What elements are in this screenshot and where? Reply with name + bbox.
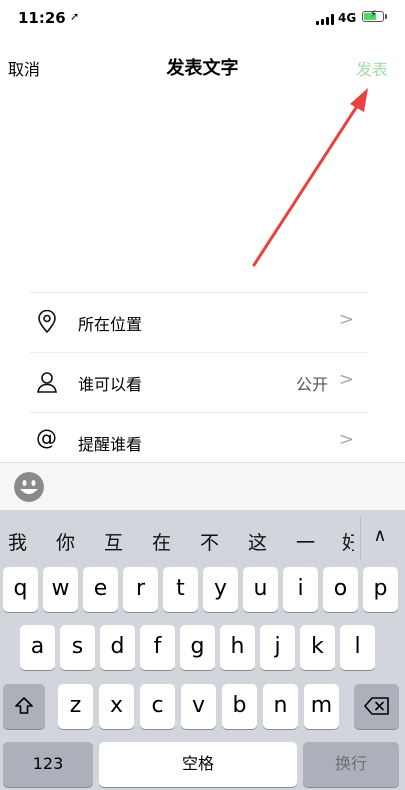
option-location[interactable]: 所在位置 > <box>30 292 368 352</box>
candidate-word[interactable]: 互 <box>104 528 123 555</box>
key-n[interactable]: n <box>263 684 298 729</box>
key-h[interactable]: h <box>220 625 255 670</box>
key-t[interactable]: t <box>163 567 198 612</box>
shift-arrow-icon <box>15 697 33 714</box>
key-k[interactable]: k <box>300 625 335 670</box>
option-label: 所在位置 <box>78 315 143 334</box>
delete-key[interactable] <box>354 684 399 729</box>
backspace-icon <box>363 697 389 715</box>
key-v[interactable]: v <box>181 684 216 729</box>
key-c[interactable]: c <box>140 684 175 729</box>
chevron-right-icon: > <box>338 309 354 330</box>
candidate-word[interactable]: 我 <box>8 528 27 555</box>
option-label: 谁可以看 <box>78 375 143 394</box>
chevron-right-icon: > <box>338 369 354 390</box>
candidate-word[interactable]: 好 <box>342 528 354 555</box>
key-j[interactable]: j <box>260 625 295 670</box>
key-w[interactable]: w <box>43 567 78 612</box>
candidate-word[interactable]: 这 <box>248 528 267 555</box>
location-pin-icon <box>38 310 56 334</box>
key-s[interactable]: s <box>60 625 95 670</box>
key-f[interactable]: f <box>140 625 175 670</box>
key-o[interactable]: o <box>323 567 358 612</box>
option-visibility[interactable]: 谁可以看 公开 > <box>30 352 368 412</box>
candidate-word[interactable]: 一 <box>296 528 315 555</box>
key-z[interactable]: z <box>58 684 93 729</box>
key-u[interactable]: u <box>243 567 278 612</box>
candidate-word[interactable]: 不 <box>200 528 219 555</box>
chevron-up-icon[interactable]: ∧ <box>368 525 392 546</box>
annotation-arrow <box>252 88 368 267</box>
space-key[interactable]: 空格 <box>99 742 297 787</box>
shift-key[interactable] <box>3 684 45 729</box>
key-l[interactable]: l <box>340 625 375 670</box>
return-key[interactable]: 换行 <box>303 742 399 787</box>
emoji-toolbar <box>0 462 405 511</box>
key-d[interactable]: d <box>100 625 135 670</box>
divider <box>30 352 368 353</box>
key-g[interactable]: g <box>180 625 215 670</box>
key-y[interactable]: y <box>203 567 238 612</box>
person-icon <box>37 372 57 393</box>
key-x[interactable]: x <box>99 684 134 729</box>
chevron-right-icon: > <box>338 429 354 450</box>
emoji-face-icon[interactable] <box>14 472 44 502</box>
candidate-divider <box>360 516 361 560</box>
numbers-key[interactable]: 123 <box>3 742 93 787</box>
at-icon: @ <box>36 426 57 450</box>
key-e[interactable]: e <box>83 567 118 612</box>
divider <box>30 292 368 293</box>
option-label: 提醒谁看 <box>78 435 143 454</box>
key-p[interactable]: p <box>363 567 398 612</box>
key-q[interactable]: q <box>3 567 38 612</box>
option-value: 公开 <box>295 375 328 394</box>
key-m[interactable]: m <box>304 684 339 729</box>
candidate-word[interactable]: 在 <box>152 528 171 555</box>
candidate-word[interactable]: 你 <box>56 528 75 555</box>
key-r[interactable]: r <box>123 567 158 612</box>
divider <box>30 412 368 413</box>
key-a[interactable]: a <box>20 625 55 670</box>
key-b[interactable]: b <box>222 684 257 729</box>
key-i[interactable]: i <box>283 567 318 612</box>
